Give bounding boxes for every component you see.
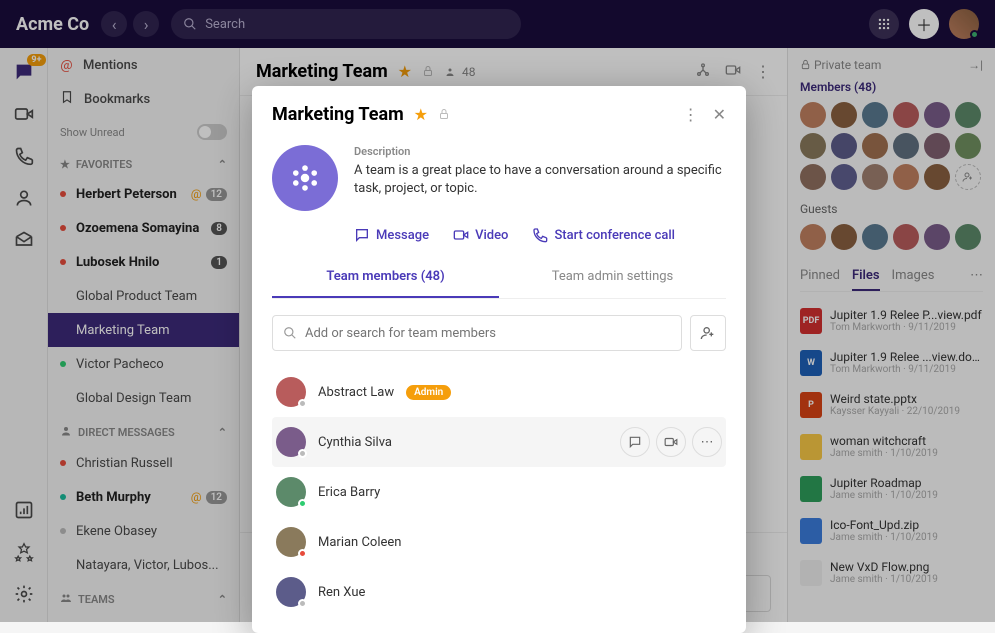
member-name: Abstract Law [318,385,394,400]
member-avatar [276,427,306,457]
member-name: Ren Xue [318,585,365,600]
message-action[interactable]: Message [354,227,429,243]
team-avatar-icon [272,145,338,211]
tab-team-members[interactable]: Team members (48) [272,257,499,298]
admin-badge: Admin [406,385,451,400]
add-member-button[interactable] [690,315,726,351]
video-action[interactable]: Video [453,227,508,243]
member-row[interactable]: Cynthia Silva ⋯ [272,417,726,467]
member-row[interactable]: Abstract Law Admin [272,367,726,417]
member-list: Abstract Law Admin Cynthia Silva ⋯ Erica Bar… [272,367,726,633]
member-search-input[interactable] [305,326,671,341]
modal-header: Marketing Team ★ ⋮ ✕ [252,86,746,135]
presence-dot [298,499,307,508]
tab-admin-settings[interactable]: Team admin settings [499,257,726,298]
modal-more-icon[interactable]: ⋮ [683,105,699,124]
team-description-section: Description A team is a great place to h… [272,135,726,227]
description-text: A team is a great place to have a conver… [354,162,726,198]
member-search-row [272,299,726,367]
message-icon[interactable] [620,427,650,457]
presence-dot [298,449,307,458]
member-avatar [276,377,306,407]
member-avatar [276,577,306,607]
video-icon[interactable] [656,427,686,457]
modal-actions: Message Video Start conference call [272,227,726,243]
more-icon[interactable]: ⋯ [692,427,722,457]
modal-tabs: Team members (48) Team admin settings [272,257,726,299]
lock-icon [438,105,450,124]
member-row[interactable]: Ren Xue [272,567,726,617]
member-avatar [276,527,306,557]
presence-dot [298,549,307,558]
member-avatar [276,477,306,507]
member-search[interactable] [272,315,682,351]
conference-action[interactable]: Start conference call [532,227,675,243]
presence-dot [298,599,307,608]
member-name: Cynthia Silva [318,435,392,450]
presence-dot [298,399,307,408]
description-label: Description [354,145,726,158]
modal-title: Marketing Team [272,104,404,125]
team-details-modal: Marketing Team ★ ⋮ ✕ Description A team … [252,86,746,633]
member-name: Marian Coleen [318,535,401,550]
modal-close-icon[interactable]: ✕ [713,105,726,124]
favorite-star-icon[interactable]: ★ [414,105,428,124]
member-row[interactable]: Erica Barry [272,467,726,517]
member-name: Erica Barry [318,485,380,500]
member-row[interactable]: Marian Coleen [272,517,726,567]
